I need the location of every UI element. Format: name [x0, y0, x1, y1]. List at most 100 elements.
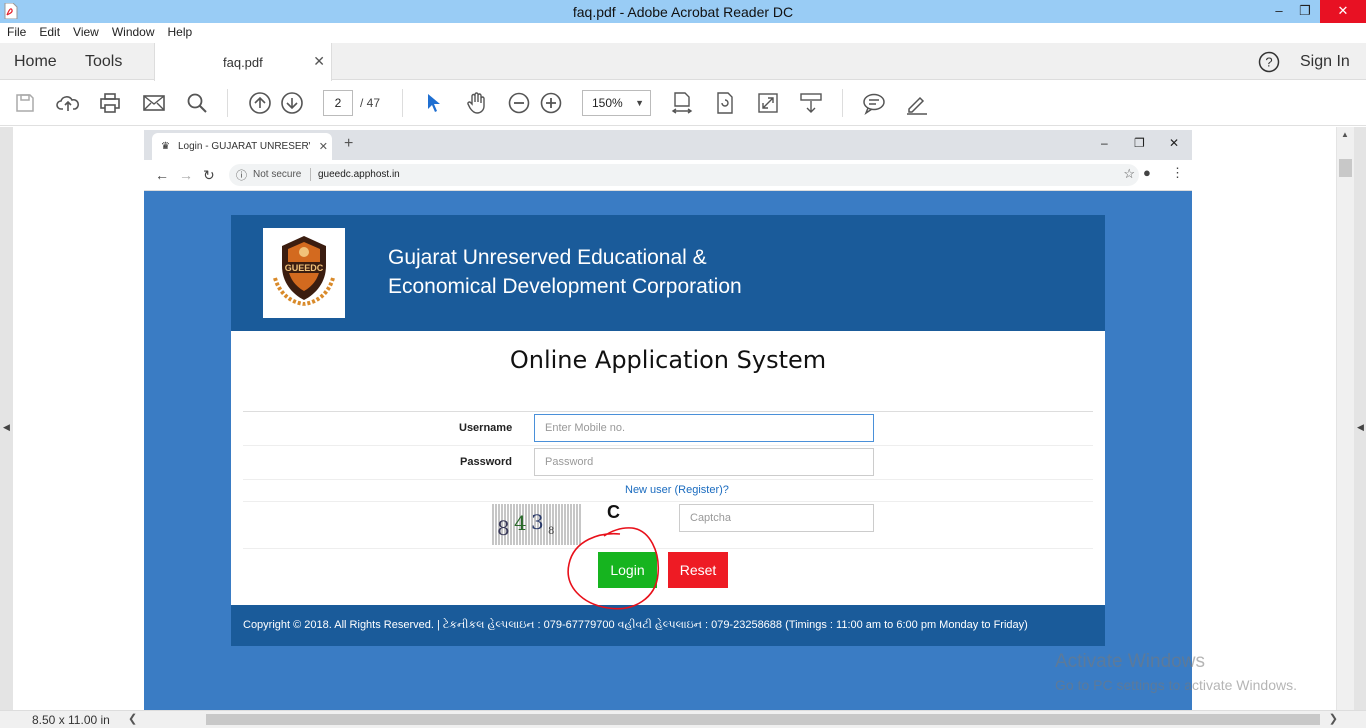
new-tab-icon: +: [344, 135, 354, 152]
search-icon[interactable]: [185, 91, 209, 115]
browser-tab-title: Login - GUJARAT UNRESERVED E: [178, 141, 310, 152]
register-link: New user (Register)?: [625, 484, 729, 496]
save-icon[interactable]: [13, 91, 37, 115]
forward-icon: →: [179, 167, 193, 183]
scrollbar-thumb[interactable]: [1339, 159, 1352, 177]
embedded-browser-screenshot: ♛ Login - GUJARAT UNRESERVED E ✕ + – ❐ ✕…: [144, 130, 1192, 710]
row-divider: [243, 501, 1093, 502]
menu-edit[interactable]: Edit: [32, 23, 66, 39]
close-icon: ✕: [318, 141, 328, 153]
tab-home[interactable]: Home: [14, 53, 57, 71]
windows-activation-watermark: Activate Windows Go to PC settings to ac…: [1055, 651, 1297, 693]
omnibox: ⓘ Not secure gueedc.apphost.in ☆: [229, 164, 1139, 186]
captcha-char: 3: [531, 510, 544, 534]
back-icon: ←: [155, 167, 169, 183]
restore-icon: ❐: [1134, 136, 1145, 150]
zoom-out-icon[interactable]: [507, 91, 531, 115]
title-bar: faq.pdf - Adobe Acrobat Reader DC – ❐ ✕: [0, 0, 1366, 23]
row-divider: [243, 445, 1093, 446]
zoom-in-icon[interactable]: [539, 91, 563, 115]
site-header: GUEEDC Gujarat Unreserved Educational & …: [231, 215, 1105, 331]
menu-dots-icon: ⋮: [1171, 165, 1184, 180]
browser-tab-bar: ♛ Login - GUJARAT UNRESERVED E ✕ + – ❐ ✕: [144, 130, 1192, 160]
minimize-icon: –: [1101, 136, 1108, 150]
row-divider: [243, 479, 1093, 480]
toolbar: 2 / 47 150% ▼: [0, 81, 1366, 126]
rotate-icon[interactable]: [713, 91, 737, 115]
fit-page-icon[interactable]: [670, 91, 694, 115]
captcha-char: 8: [497, 516, 510, 540]
menu-view[interactable]: View: [66, 23, 105, 39]
upload-icon[interactable]: [56, 91, 80, 115]
page-total: / 47: [360, 96, 381, 110]
star-icon: ☆: [1123, 166, 1135, 181]
svg-text:GUEEDC: GUEEDC: [285, 263, 324, 273]
page-number-input[interactable]: 2: [323, 90, 353, 116]
chevron-down-icon: ▼: [635, 98, 644, 108]
annotation-circle: [567, 527, 660, 610]
watermark-heading: Activate Windows: [1055, 651, 1205, 672]
page-size: 8.50 x 11.00 in: [32, 713, 110, 727]
page-down-icon[interactable]: [280, 91, 304, 115]
status-bar: 8.50 x 11.00 in ❮ ❯: [0, 710, 1366, 728]
scroll-up-icon[interactable]: ▲: [1341, 130, 1349, 139]
username-label: Username: [459, 422, 513, 434]
password-field: Password: [534, 448, 874, 476]
divider: [310, 168, 311, 181]
emblem-icon: ♛: [161, 141, 170, 152]
print-icon[interactable]: [98, 91, 122, 115]
toolbar-separator: [402, 89, 403, 117]
scroll-mode-icon[interactable]: [799, 91, 823, 115]
hand-icon[interactable]: [464, 91, 488, 115]
select-cursor-icon[interactable]: [422, 91, 446, 115]
scroll-right-icon[interactable]: ❯: [1329, 712, 1338, 725]
right-panel-toggle-icon[interactable]: ◀: [1357, 422, 1364, 433]
comment-icon[interactable]: [862, 91, 886, 115]
org-name-line-2: Economical Development Corporation: [388, 275, 742, 298]
restore-icon[interactable]: ❐: [1290, 0, 1320, 23]
security-label: Not secure: [253, 169, 302, 180]
fullscreen-icon[interactable]: [756, 91, 780, 115]
captcha-char: 8: [548, 526, 555, 537]
sign-in-link[interactable]: Sign In: [1300, 53, 1350, 71]
zoom-value: 150%: [592, 96, 623, 110]
toolbar-separator: [842, 89, 843, 117]
tab-tools[interactable]: Tools: [85, 53, 122, 71]
tab-document[interactable]: faq.pdf ✕: [154, 43, 332, 81]
info-icon: ⓘ: [236, 170, 247, 182]
help-icon[interactable]: ?: [1258, 51, 1280, 73]
vertical-scrollbar[interactable]: ▲: [1337, 127, 1354, 710]
scrollbar-thumb[interactable]: [206, 714, 1320, 725]
scroll-left-icon[interactable]: ❮: [128, 712, 137, 725]
left-panel-toggle-icon[interactable]: ◀: [3, 422, 10, 433]
username-field: Enter Mobile no.: [534, 414, 874, 442]
menu-bar: File Edit View Window Help: [0, 23, 1366, 43]
email-icon[interactable]: [142, 91, 166, 115]
toolbar-separator: [227, 89, 228, 117]
close-tab-icon[interactable]: ✕: [313, 53, 325, 70]
close-icon[interactable]: ✕: [1320, 0, 1366, 23]
close-icon: ✕: [1169, 136, 1180, 150]
menu-file[interactable]: File: [0, 23, 32, 39]
page-up-icon[interactable]: [248, 91, 272, 115]
document-tab-label: faq.pdf: [223, 55, 263, 70]
zoom-select[interactable]: 150% ▼: [582, 90, 651, 116]
password-label: Password: [460, 456, 512, 468]
reset-button: Reset: [668, 552, 728, 588]
menu-window[interactable]: Window: [105, 23, 161, 39]
browser-address-bar: ← → ↻ ⓘ Not secure gueedc.apphost.in ☆ ●…: [144, 160, 1192, 191]
org-name-line-1: Gujarat Unreserved Educational &: [388, 246, 707, 269]
account-icon: ●: [1143, 165, 1151, 180]
organization-name: Gujarat Unreserved Educational & Economi…: [388, 243, 742, 301]
horizontal-scrollbar[interactable]: ❮ ❯: [120, 711, 1340, 728]
reload-icon: ↻: [203, 167, 215, 183]
tab-bar: Home Tools faq.pdf ✕ ? Sign In: [0, 43, 1366, 81]
system-title: Online Application System: [509, 346, 827, 374]
url-text: gueedc.apphost.in: [318, 169, 400, 180]
refresh-captcha-icon: C: [607, 502, 620, 522]
window-title: faq.pdf - Adobe Acrobat Reader DC: [572, 4, 794, 20]
captcha-field: Captcha: [679, 504, 874, 532]
sign-icon[interactable]: [905, 91, 929, 115]
menu-help[interactable]: Help: [161, 23, 199, 39]
svg-text:?: ?: [1265, 55, 1272, 70]
